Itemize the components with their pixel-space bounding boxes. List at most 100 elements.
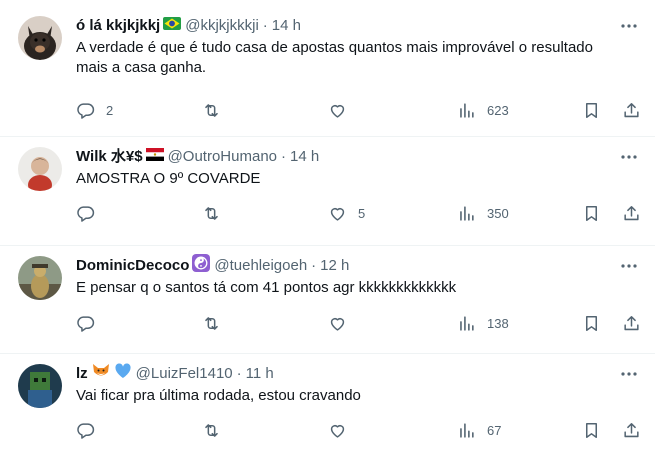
separator: ·	[236, 365, 242, 382]
heart-icon	[330, 207, 345, 221]
tweet-header: Wilk 水¥$ @OutroHumano · 14 h	[76, 147, 639, 167]
tweet[interactable]: DominicDecoco @tuehleigoeh · 12 h E pens…	[0, 246, 655, 354]
separator: ·	[281, 148, 287, 165]
share-icon	[624, 422, 639, 437]
display-name[interactable]: ó lá kkjkjkkj	[76, 16, 160, 36]
retweet-icon	[205, 206, 218, 220]
heart-icon	[330, 317, 345, 331]
bookmark-icon	[585, 102, 598, 118]
reply-button[interactable]	[76, 421, 106, 440]
reply-icon	[77, 315, 95, 332]
like-button[interactable]: 5	[328, 204, 365, 223]
like-button[interactable]	[328, 101, 358, 120]
views-button[interactable]: 138	[457, 314, 509, 333]
bookmark-button[interactable]	[582, 314, 601, 333]
retweet-button[interactable]	[202, 421, 232, 440]
avatar[interactable]	[18, 147, 62, 191]
avatar[interactable]	[18, 16, 62, 60]
views-button[interactable]: 623	[457, 101, 509, 120]
share-icon	[624, 205, 639, 220]
like-button[interactable]	[328, 421, 358, 440]
share-icon	[624, 102, 639, 117]
action-bar: 67	[76, 420, 639, 440]
share-button[interactable]	[622, 314, 641, 333]
action-bar: 2 623	[76, 100, 639, 120]
tweet[interactable]: Wilk 水¥$ @OutroHumano · 14 h AMOSTRA O 9…	[0, 137, 655, 246]
display-name[interactable]: lz	[76, 364, 88, 384]
view-count: 67	[487, 422, 502, 438]
bookmark-icon	[585, 422, 598, 438]
tweet-text: Vai ficar pra última rodada, estou crava…	[76, 387, 361, 404]
reply-icon	[77, 102, 95, 119]
views-button[interactable]: 350	[457, 204, 509, 223]
fox-icon	[91, 362, 111, 386]
analytics-icon	[460, 205, 474, 221]
flag-brazil-icon	[163, 16, 182, 36]
analytics-icon	[460, 315, 474, 331]
like-button[interactable]	[328, 314, 358, 333]
view-count: 138	[487, 315, 509, 331]
retweet-icon	[205, 423, 218, 437]
bookmark-icon	[585, 205, 598, 221]
reply-icon	[77, 205, 95, 222]
separator: ·	[311, 257, 317, 274]
timestamp[interactable]: 14 h	[290, 147, 319, 167]
tweet[interactable]: ó lá kkjkjkkj @kkjkjkkkji · 14 h A verda…	[0, 0, 655, 137]
views-button[interactable]: 67	[457, 421, 501, 440]
tweet-text: A verdade é que é tudo casa de apostas q…	[76, 39, 593, 76]
separator: ·	[262, 17, 268, 34]
share-button[interactable]	[622, 101, 641, 120]
timestamp[interactable]: 12 h	[320, 256, 349, 276]
bookmark-button[interactable]	[582, 204, 601, 223]
tweet-header: lz @LuizFel1410 · 11 h	[76, 362, 639, 386]
more-options-icon[interactable]	[619, 256, 639, 276]
retweet-icon	[205, 103, 218, 117]
analytics-icon	[460, 102, 474, 118]
more-options-icon[interactable]	[619, 147, 639, 167]
view-count: 350	[487, 205, 509, 221]
user-handle[interactable]: @kkjkjkkkji	[185, 16, 259, 36]
heart-icon	[330, 104, 345, 118]
timestamp[interactable]: 11 h	[246, 364, 274, 384]
tweet[interactable]: lz @LuizFel1410 · 11 h Vai ficar pra últ…	[0, 354, 655, 461]
reply-count: 2	[106, 102, 114, 118]
analytics-icon	[460, 422, 474, 438]
view-count: 623	[487, 102, 509, 118]
share-button[interactable]	[622, 421, 641, 440]
action-bar: 5 350	[76, 203, 639, 223]
reply-button[interactable]: 2	[76, 101, 113, 120]
tweet-text: E pensar q o santos tá com 41 pontos agr…	[76, 279, 457, 296]
user-handle[interactable]: @OutroHumano	[168, 147, 277, 167]
user-handle[interactable]: @tuehleigoeh	[214, 256, 307, 276]
bookmark-icon	[585, 315, 598, 331]
tweet-header: ó lá kkjkjkkj @kkjkjkkkji · 14 h	[76, 16, 639, 36]
user-handle[interactable]: @LuizFel1410	[136, 364, 233, 384]
reply-button[interactable]	[76, 314, 106, 333]
bookmark-button[interactable]	[582, 421, 601, 440]
display-name[interactable]: Wilk 水¥$	[76, 147, 143, 167]
flag-egypt-icon	[145, 147, 164, 167]
retweet-button[interactable]	[202, 101, 232, 120]
retweet-button[interactable]	[202, 204, 232, 223]
bookmark-button[interactable]	[582, 101, 601, 120]
timestamp[interactable]: 14 h	[272, 16, 301, 36]
more-options-icon[interactable]	[619, 16, 639, 36]
yin-yang-icon	[192, 254, 211, 278]
blue-heart-icon	[114, 362, 132, 386]
reply-button[interactable]	[76, 204, 106, 223]
avatar[interactable]	[18, 364, 62, 408]
reply-icon	[77, 422, 95, 439]
display-name[interactable]: DominicDecoco	[76, 256, 189, 276]
more-options-icon[interactable]	[619, 364, 639, 384]
avatar[interactable]	[18, 256, 62, 300]
retweet-button[interactable]	[202, 314, 232, 333]
action-bar: 138	[76, 313, 639, 333]
reply-feed: ó lá kkjkjkkj @kkjkjkkkji · 14 h A verda…	[0, 0, 655, 461]
like-count: 5	[358, 205, 366, 221]
share-button[interactable]	[622, 204, 641, 223]
tweet-text: AMOSTRA O 9º COVARDE	[76, 170, 261, 187]
heart-icon	[330, 424, 345, 438]
retweet-icon	[205, 316, 218, 330]
tweet-header: DominicDecoco @tuehleigoeh · 12 h	[76, 254, 639, 278]
share-icon	[624, 315, 639, 330]
